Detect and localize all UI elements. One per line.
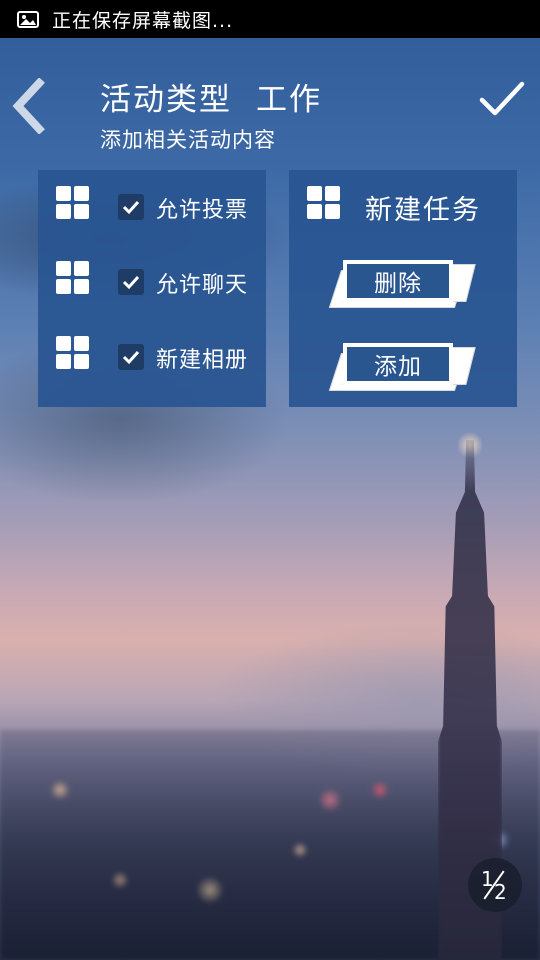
checkmark-icon (479, 81, 525, 116)
delete-button[interactable]: 删除 (328, 258, 476, 314)
status-bar: 正在保存屏幕截图... (0, 0, 540, 38)
page-subtitle: 添加相关活动内容 (100, 128, 276, 152)
allow-vote-checkbox[interactable] (118, 194, 144, 220)
options-panel: 允许投票 允许聊天 新建相册 (38, 170, 266, 407)
check-icon (122, 275, 140, 290)
page-total: 2 (494, 880, 507, 904)
grid-icon (56, 261, 89, 294)
option-label: 允许聊天 (156, 273, 249, 298)
grid-icon (56, 186, 89, 219)
option-label: 允许投票 (156, 198, 249, 223)
page-indicator: 1 2 (468, 858, 522, 912)
activity-type-value[interactable]: 工作 (256, 82, 322, 118)
check-icon (122, 200, 140, 215)
option-allow-chat[interactable]: 允许聊天 (38, 261, 266, 301)
title-prefix: 活动类型 (100, 82, 232, 118)
grid-icon (307, 186, 340, 219)
option-allow-vote[interactable]: 允许投票 (38, 186, 266, 226)
add-button-label: 添加 (343, 343, 453, 385)
grid-icon (56, 336, 89, 369)
screen: 正在保存屏幕截图... 活动类型 工作 添加相关活动内容 允许投票 允许聊天 新… (0, 0, 540, 960)
task-panel: 新建任务 删除 添加 (289, 170, 517, 407)
image-icon (17, 10, 39, 28)
allow-chat-checkbox[interactable] (118, 269, 144, 295)
check-icon (122, 350, 140, 365)
delete-button-label: 删除 (343, 260, 453, 302)
add-button[interactable]: 添加 (328, 341, 476, 397)
back-button[interactable] (12, 77, 46, 135)
page-title: 活动类型 工作 (100, 74, 322, 119)
option-new-album[interactable]: 新建相册 (38, 336, 266, 376)
status-text: 正在保存屏幕截图... (52, 9, 234, 32)
chevron-left-icon (12, 77, 45, 135)
task-panel-title: 新建任务 (365, 195, 481, 226)
confirm-button[interactable] (478, 78, 526, 120)
new-album-checkbox[interactable] (118, 344, 144, 370)
option-label: 新建相册 (156, 348, 249, 373)
